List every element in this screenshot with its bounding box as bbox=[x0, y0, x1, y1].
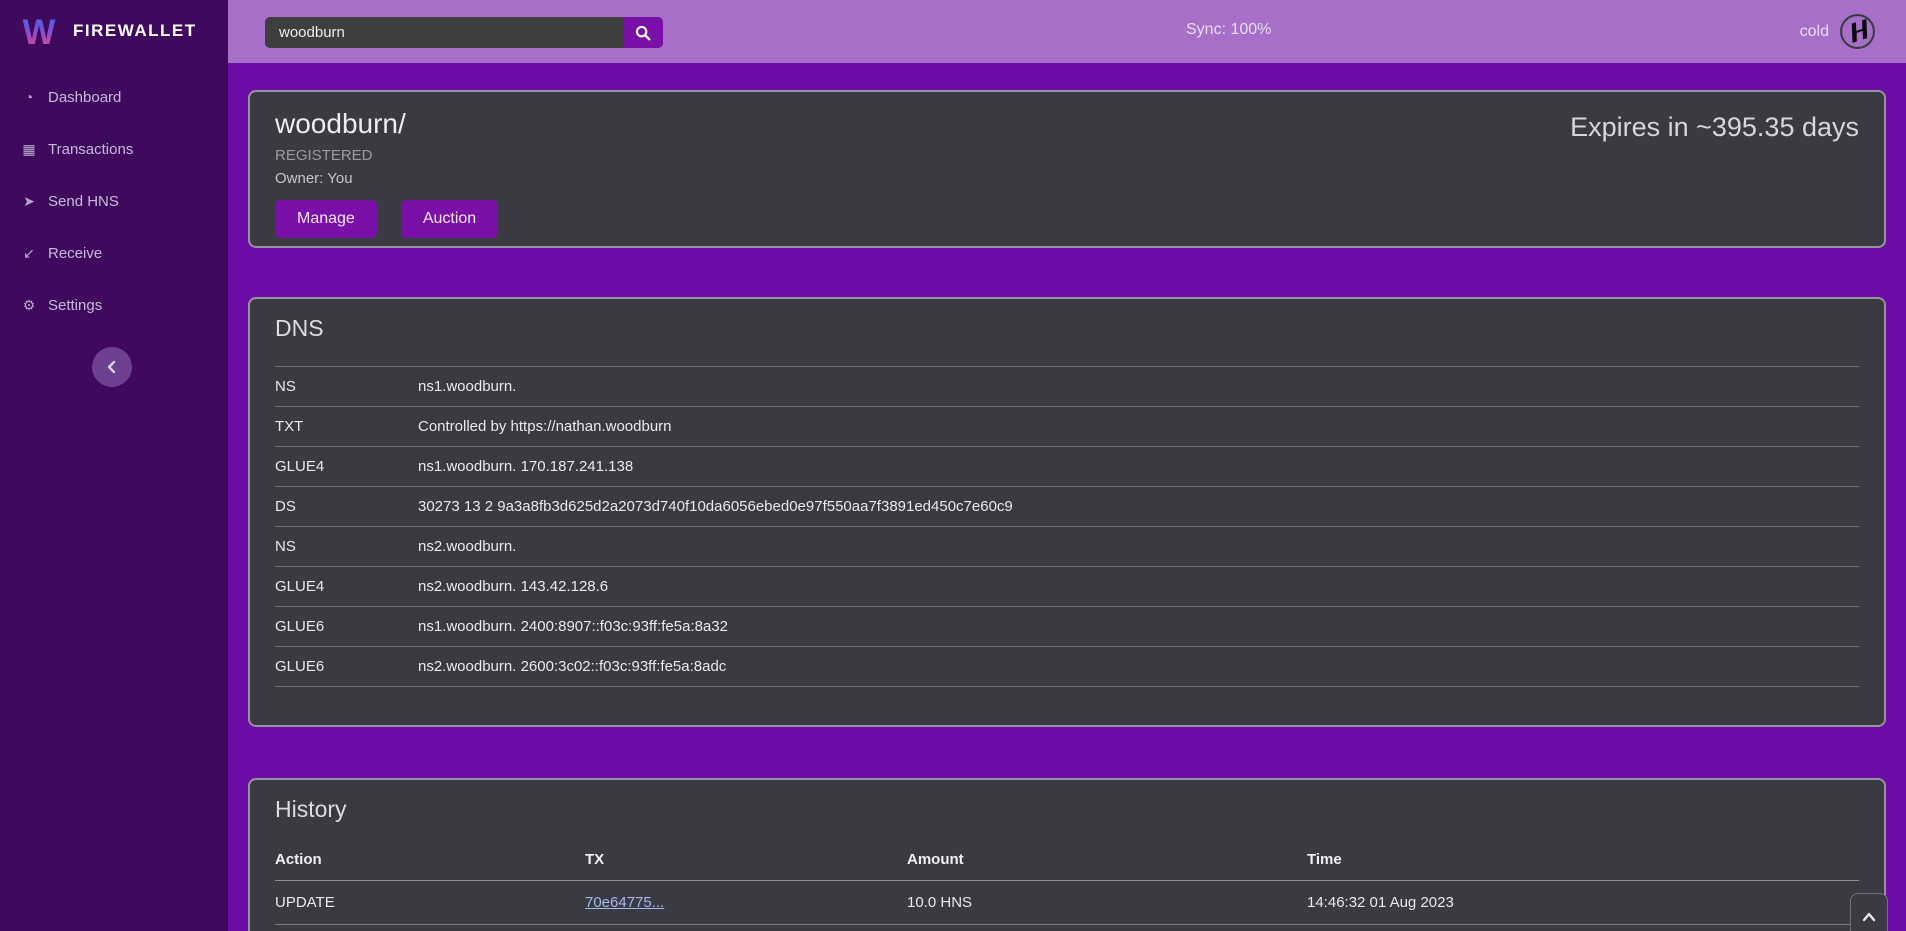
dns-record-row: TXTControlled by https://nathan.woodburn bbox=[275, 407, 1859, 447]
dns-record-row: DS30273 13 2 9a3a8fb3d625d2a2073d740f10d… bbox=[275, 487, 1859, 527]
dns-record-row: GLUE4ns1.woodburn. 170.187.241.138 bbox=[275, 447, 1859, 487]
domain-expiry: Expires in ~395.35 days bbox=[1570, 112, 1859, 143]
search-input[interactable] bbox=[265, 17, 623, 48]
dns-record-type: GLUE4 bbox=[275, 447, 418, 487]
settings-gear-icon: ⚙ bbox=[20, 297, 38, 314]
dns-record-type: GLUE6 bbox=[275, 607, 418, 647]
dns-record-value: ns1.woodburn. 2400:8907::f03c:93ff:fe5a:… bbox=[418, 607, 1859, 647]
dns-record-value: ns1.woodburn. bbox=[418, 367, 1859, 407]
history-col-amount: Amount bbox=[907, 841, 1307, 881]
firewallet-logo-icon: W bbox=[18, 10, 60, 52]
domain-card: woodburn/ REGISTERED Owner: You Manage A… bbox=[248, 90, 1886, 248]
manage-button[interactable]: Manage bbox=[275, 200, 377, 238]
history-tx-cell: d7b2c435... bbox=[585, 925, 907, 931]
dns-record-value: 30273 13 2 9a3a8fb3d625d2a2073d740f10da6… bbox=[418, 487, 1859, 527]
dns-record-value: ns1.woodburn. 170.187.241.138 bbox=[418, 447, 1859, 487]
dns-record-type: DS bbox=[275, 487, 418, 527]
dns-record-type: NS bbox=[275, 527, 418, 567]
receive-icon: ↙ bbox=[20, 245, 38, 262]
handshake-logo-icon[interactable] bbox=[1839, 13, 1876, 50]
history-table: Action TX Amount Time UPDATE70e64775... 1… bbox=[275, 841, 1859, 931]
history-header-row: Action TX Amount Time bbox=[275, 841, 1859, 881]
history-tx-cell: 70e64775... bbox=[585, 881, 907, 925]
domain-owner: Owner: You bbox=[275, 170, 1859, 187]
dns-record-value: Controlled by https://nathan.woodburn bbox=[418, 407, 1859, 447]
send-icon: ➤ bbox=[20, 193, 38, 210]
search-button[interactable] bbox=[623, 17, 663, 48]
history-col-action: Action bbox=[275, 841, 585, 881]
sidebar-item-label: Send HNS bbox=[48, 193, 119, 210]
sidebar-item-label: Receive bbox=[48, 245, 102, 262]
dns-record-value: ns2.woodburn. 143.42.128.6 bbox=[418, 567, 1859, 607]
sidebar-item-label: Transactions bbox=[48, 141, 133, 158]
history-amount: 10.0 HNS bbox=[907, 881, 1307, 925]
svg-text:W: W bbox=[22, 13, 55, 52]
brand: W FIREWALLET bbox=[0, 0, 228, 52]
history-time: 15:45:06 07 Jul 2023 bbox=[1307, 925, 1859, 931]
auction-button[interactable]: Auction bbox=[401, 200, 498, 238]
dns-record-type: NS bbox=[275, 367, 418, 407]
sidebar-nav: ◔ Dashboard ▦ Transactions ➤ Send HNS ↙ Receive… bbox=[0, 71, 228, 331]
search-icon bbox=[634, 24, 652, 42]
dns-record-row: GLUE6ns2.woodburn. 2600:3c02::f03c:93ff:… bbox=[275, 647, 1859, 687]
history-row: UPDATE70e64775... 10.0 HNS14:46:32 01 Aug… bbox=[275, 881, 1859, 925]
history-col-time: Time bbox=[1307, 841, 1859, 881]
brand-name: FIREWALLET bbox=[73, 21, 197, 41]
history-row: RENEWd7b2c435...10.0 HNS15:45:06 07 Jul … bbox=[275, 925, 1859, 931]
domain-status: REGISTERED bbox=[275, 147, 1859, 164]
search-group bbox=[265, 17, 663, 48]
domain-actions: Manage Auction bbox=[275, 200, 1859, 238]
sidebar-collapse-button[interactable] bbox=[92, 347, 132, 387]
history-col-tx: TX bbox=[585, 841, 907, 881]
sidebar: W FIREWALLET ◔ Dashboard ▦ Transactions ➤ Sen… bbox=[0, 0, 228, 931]
dns-title: DNS bbox=[275, 315, 1859, 342]
sidebar-item-dashboard[interactable]: ◔ Dashboard bbox=[0, 71, 228, 123]
sync-status: Sync: 100% bbox=[1186, 21, 1271, 39]
dns-record-type: TXT bbox=[275, 407, 418, 447]
history-title: History bbox=[275, 796, 1859, 823]
history-card: History Action TX Amount Time UPDATE70e6… bbox=[248, 778, 1886, 931]
history-amount: 10.0 HNS bbox=[907, 925, 1307, 931]
dns-record-type: GLUE6 bbox=[275, 647, 418, 687]
history-action: RENEW bbox=[275, 925, 585, 931]
sidebar-item-receive[interactable]: ↙ Receive bbox=[0, 227, 228, 279]
history-action: UPDATE bbox=[275, 881, 585, 925]
wallet-mode-label: cold bbox=[1800, 23, 1829, 41]
chevron-left-icon bbox=[104, 359, 120, 375]
sidebar-item-transactions[interactable]: ▦ Transactions bbox=[0, 123, 228, 175]
scroll-to-top-button[interactable] bbox=[1850, 893, 1888, 931]
dns-table: NSns1.woodburn.TXTControlled by https://… bbox=[275, 366, 1859, 687]
dns-card: DNS NSns1.woodburn.TXTControlled by http… bbox=[248, 297, 1886, 727]
dns-record-type: GLUE4 bbox=[275, 567, 418, 607]
chevron-up-icon bbox=[1862, 912, 1876, 922]
sidebar-item-label: Settings bbox=[48, 297, 102, 314]
history-time: 14:46:32 01 Aug 2023 bbox=[1307, 881, 1859, 925]
wallet-mode-group: cold bbox=[1800, 13, 1876, 50]
dns-record-row: GLUE4ns2.woodburn. 143.42.128.6 bbox=[275, 567, 1859, 607]
topbar: Sync: 100% cold bbox=[228, 0, 1906, 63]
content: woodburn/ REGISTERED Owner: You Manage A… bbox=[228, 63, 1906, 931]
dns-record-value: ns2.woodburn. bbox=[418, 527, 1859, 567]
dns-record-value: ns2.woodburn. 2600:3c02::f03c:93ff:fe5a:… bbox=[418, 647, 1859, 687]
sidebar-item-settings[interactable]: ⚙ Settings bbox=[0, 279, 228, 331]
main-area: Sync: 100% cold woodburn/ REGISTERED Own… bbox=[228, 0, 1906, 931]
dns-record-row: GLUE6ns1.woodburn. 2400:8907::f03c:93ff:… bbox=[275, 607, 1859, 647]
transactions-table-icon: ▦ bbox=[20, 141, 38, 158]
sidebar-item-label: Dashboard bbox=[48, 89, 121, 106]
dashboard-gauge-icon: ◔ bbox=[20, 89, 38, 105]
dns-record-row: NSns1.woodburn. bbox=[275, 367, 1859, 407]
sidebar-item-send-hns[interactable]: ➤ Send HNS bbox=[0, 175, 228, 227]
tx-link[interactable]: 70e64775... bbox=[585, 894, 664, 911]
dns-record-row: NSns2.woodburn. bbox=[275, 527, 1859, 567]
